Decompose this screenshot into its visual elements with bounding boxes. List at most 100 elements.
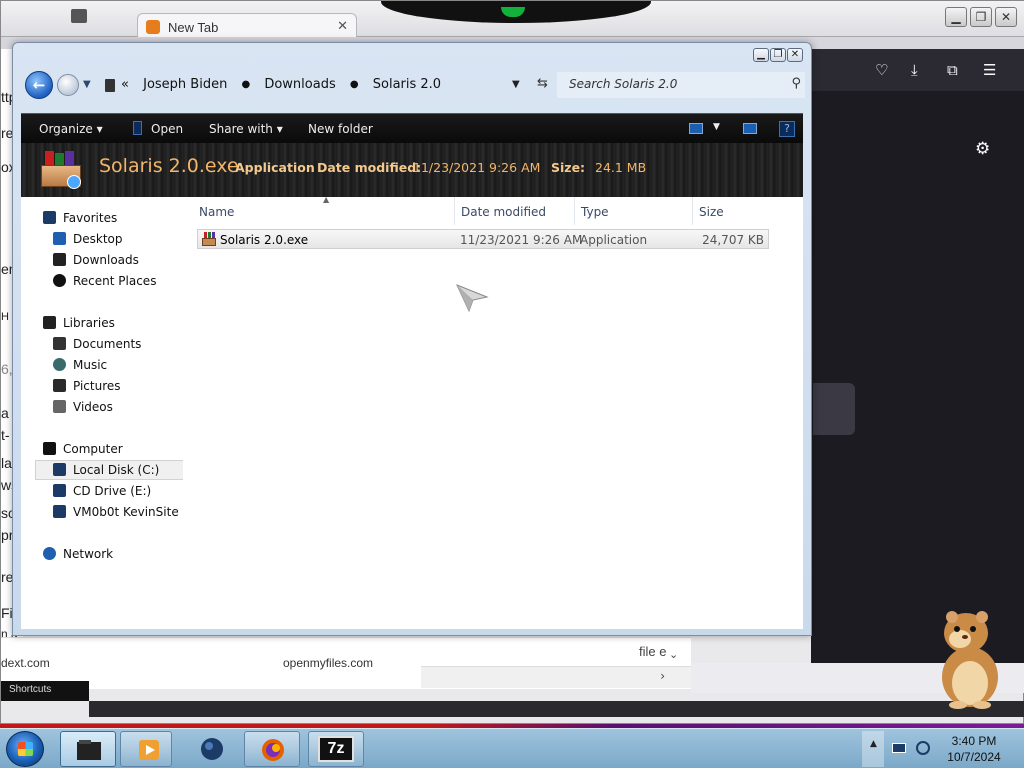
clock-time: 3:40 PM — [951, 734, 997, 748]
download-icon[interactable]: ⤓ — [911, 61, 918, 79]
nav-computer[interactable]: Computer — [43, 442, 123, 456]
open-button[interactable]: Open — [151, 122, 183, 136]
back-button[interactable]: ← — [25, 71, 53, 99]
breadcrumb-joseph-biden[interactable]: Joseph Biden — [143, 77, 227, 92]
view-options-dropdown-icon[interactable]: ▼ — [713, 122, 720, 132]
tray-overflow-arrow-icon[interactable]: ▲ — [870, 739, 877, 749]
browser-minimize-button[interactable]: ▁ — [945, 7, 967, 27]
nav-libraries[interactable]: Libraries — [43, 316, 115, 330]
chevron-right-icon[interactable]: › — [660, 669, 665, 683]
taskbar-network-globe[interactable] — [184, 731, 240, 767]
page-fragment: la — [1, 455, 12, 471]
close-button[interactable]: ✕ — [787, 48, 803, 62]
taskbar-media-player[interactable] — [120, 731, 172, 767]
file-size: 24,707 KB — [702, 233, 764, 247]
breadcrumb-separator-icon[interactable]: ● — [350, 79, 359, 90]
breadcrumb-separator-icon[interactable]: ● — [241, 79, 250, 90]
nav-favorites[interactable]: Favorites — [43, 211, 117, 225]
taskbar: 7z ▲ 3:40 PM 10/7/2024 — [0, 728, 1024, 768]
search-icon[interactable]: ⚲ — [791, 76, 801, 91]
folder-icon — [105, 79, 115, 92]
share-with-button[interactable]: Share with ▾ — [209, 122, 283, 136]
7zip-icon: 7z — [318, 736, 354, 762]
page-fragment: H — [1, 311, 9, 323]
action-center-icon[interactable] — [892, 743, 906, 753]
refresh-icon[interactable]: ⇆ — [537, 76, 548, 91]
table-row[interactable]: Solaris 2.0.exe 11/23/2021 9:26 AM Appli… — [197, 229, 769, 249]
breadcrumb-solaris[interactable]: Solaris 2.0 — [373, 77, 441, 92]
menu-icon[interactable]: ☰ — [983, 61, 996, 79]
downloads-folder-icon — [53, 253, 66, 266]
nav-cd-drive[interactable]: CD Drive (E:) — [53, 484, 151, 498]
music-icon — [53, 358, 66, 371]
nav-desktop[interactable]: Desktop — [53, 232, 123, 246]
newtab-card[interactable] — [813, 383, 855, 435]
tab-close-icon[interactable]: ✕ — [337, 18, 348, 34]
network-globe-icon — [43, 547, 56, 560]
file-date: 11/23/2021 9:26 AM — [460, 233, 583, 247]
details-date-value: 11/23/2021 9:26 AM — [413, 160, 541, 175]
column-header-date[interactable]: Date modified — [455, 197, 575, 225]
help-icon[interactable]: ? — [779, 121, 795, 137]
column-header-size[interactable]: Size — [693, 197, 769, 225]
nav-music[interactable]: Music — [53, 358, 107, 372]
volume-icon[interactable] — [916, 741, 930, 755]
search-placeholder: Search Solaris 2.0 — [569, 77, 678, 91]
nav-videos[interactable]: Videos — [53, 400, 113, 414]
breadcrumb[interactable]: « Joseph Biden ● Downloads ● Solaris 2.0 — [121, 77, 441, 92]
minimize-button[interactable]: ▁ — [753, 48, 769, 62]
file-list[interactable]: Name ▲ Date modified Type Size Solaris 2… — [183, 195, 803, 629]
browser-tab-new-tab[interactable]: New Tab ✕ — [137, 13, 357, 39]
system-clock[interactable]: 3:40 PM 10/7/2024 — [938, 733, 1010, 765]
horizontal-scrollbar[interactable]: › — [421, 666, 691, 688]
nav-downloads[interactable]: Downloads — [53, 253, 139, 267]
nav-recent-places[interactable]: Recent Places — [53, 274, 156, 288]
column-header-type[interactable]: Type — [575, 197, 693, 225]
breadcrumb-downloads[interactable]: Downloads — [264, 77, 335, 92]
recent-places-icon — [53, 274, 66, 287]
new-folder-button[interactable]: New folder — [308, 122, 373, 136]
nav-documents[interactable]: Documents — [53, 337, 141, 351]
pinned-tab-icon[interactable] — [71, 9, 87, 23]
browser-maximize-button[interactable]: ❐ — [970, 7, 992, 27]
browser-newtab-content — [811, 91, 1024, 665]
browser-tab-strip: New Tab ✕ ▁ ❐ ✕ — [1, 1, 1024, 39]
nav-local-disk[interactable]: Local Disk (C:) — [35, 460, 191, 480]
gear-icon[interactable]: ⚙ — [975, 139, 990, 159]
address-dropdown-icon[interactable]: ▼ — [512, 79, 520, 90]
pictures-icon — [53, 379, 66, 392]
chevron-down-icon[interactable]: ⌄ — [669, 648, 678, 661]
column-header-name[interactable]: Name ▲ — [193, 195, 455, 225]
taskbar-7zip[interactable]: 7z — [308, 731, 364, 767]
hard-drive-icon — [53, 463, 66, 476]
breadcrumb-overflow[interactable]: « — [121, 77, 129, 92]
videos-icon — [53, 400, 66, 413]
recent-pages-dropdown[interactable]: ▼ — [83, 79, 91, 90]
explorer-window-controls: ▁ ❐ ✕ — [753, 48, 803, 62]
nav-network-share[interactable]: VM0b0t KevinSite — [53, 505, 179, 519]
change-view-icon[interactable] — [689, 123, 703, 134]
browser-close-button[interactable]: ✕ — [995, 7, 1017, 27]
organize-button[interactable]: Organize ▾ — [39, 122, 103, 136]
page-fragment: Fi — [1, 605, 13, 621]
taskbar-firefox[interactable] — [244, 731, 300, 767]
forward-button[interactable] — [57, 74, 79, 96]
pocket-icon[interactable]: ♡ — [875, 61, 888, 79]
clock-date: 10/7/2024 — [947, 750, 1001, 764]
explorer-window[interactable]: ▁ ❐ ✕ ← ▼ « Joseph Biden ● Downloads ● S… — [12, 42, 812, 636]
details-date-label: Date modified: — [317, 160, 422, 175]
installer-package-icon — [202, 232, 216, 246]
site-link[interactable]: openmyfiles.com — [283, 656, 373, 670]
preview-pane-icon[interactable] — [743, 123, 757, 134]
browser-window-controls: ▁ ❐ ✕ — [945, 7, 1017, 27]
start-button[interactable] — [6, 731, 44, 767]
site-link[interactable]: dext.com — [1, 656, 50, 670]
maximize-button[interactable]: ❐ — [770, 48, 786, 62]
page-fragment: t- — [1, 427, 10, 443]
extensions-icon[interactable]: ⧉ — [947, 61, 958, 79]
taskbar-file-explorer[interactable] — [60, 731, 116, 767]
hamster-mascot-icon — [942, 611, 998, 709]
nav-network[interactable]: Network — [43, 547, 113, 561]
nav-pictures[interactable]: Pictures — [53, 379, 121, 393]
search-input[interactable]: Search Solaris 2.0 ⚲ — [557, 72, 805, 98]
